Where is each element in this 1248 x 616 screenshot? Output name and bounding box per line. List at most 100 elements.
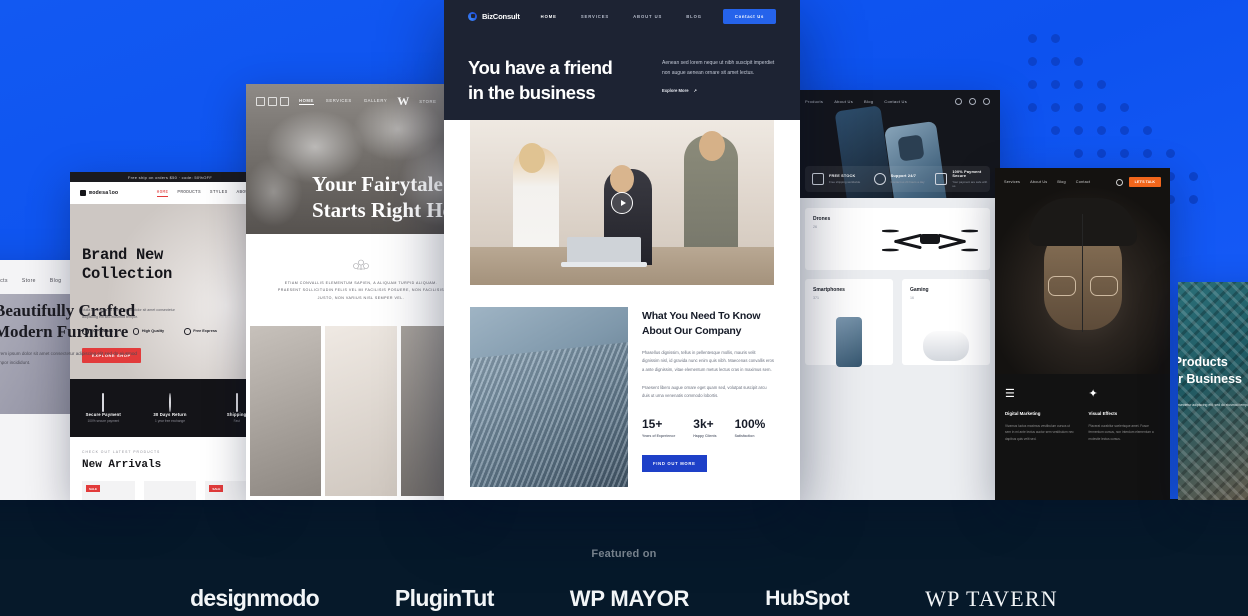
wedding-nav-item-home[interactable]: HOME [298, 98, 314, 106]
brand-benefits-strip: Secure Payment 100% secure payment 30 Da… [70, 379, 270, 437]
nav-item-contact[interactable]: Contact Us [884, 99, 907, 104]
wand-icon: ✦ [1088, 388, 1098, 400]
nav-item-products[interactable]: Products [805, 99, 823, 104]
decorative-dot [1028, 34, 1037, 43]
benefit-sub: 1 year free exchange [155, 418, 185, 423]
brand-nav-item-home[interactable]: HOME [156, 190, 169, 197]
dark-agency-nav[interactable]: Services About Us Blog Contact LET'S TAL… [995, 177, 1170, 187]
category-card-gaming[interactable]: Gaming 16 [902, 279, 990, 365]
about-image [470, 307, 628, 487]
badge-sub: Your payment are safe with us [952, 179, 988, 188]
dark-nav-right[interactable]: LET'S TALK [1115, 177, 1161, 187]
instagram-icon[interactable] [280, 97, 289, 106]
furniture-nav-item[interactable]: Store [22, 278, 36, 284]
service-divider [1082, 214, 1083, 332]
brand-nav-item-styles[interactable]: STYLES [210, 190, 228, 197]
hero-side: Aenean sed lorem neque ut nibh suscipit … [662, 56, 776, 98]
contact-us-button[interactable]: Contact Us [722, 8, 776, 24]
hero-title-line2: in the business [468, 81, 596, 103]
decorative-dot [1143, 149, 1152, 158]
gallery-image[interactable] [325, 326, 397, 496]
service-text: Placerat curabitur scelerisque amet. Fus… [1088, 424, 1154, 441]
main-nav-links[interactable]: HOME SERVICES ABOUT US BLOG [541, 14, 702, 19]
electronics-nav-icons[interactable] [955, 98, 990, 105]
lets-talk-button[interactable]: LET'S TALK [1128, 177, 1161, 187]
wedding-nav-item-gallery[interactable]: GALLERY [364, 98, 387, 106]
hero-video[interactable] [470, 120, 774, 285]
logo-hubspot[interactable]: HubSpot [765, 587, 849, 611]
brand-title-line2: Collection [82, 264, 173, 283]
explore-more-label: Explore More [662, 87, 689, 93]
search-icon[interactable] [955, 98, 962, 105]
nav-item-services[interactable]: SERVICES [581, 14, 609, 19]
about-paragraph-2: Praesent libero augue ornare eget quam s… [642, 385, 767, 399]
nav-item-blog[interactable]: BLOG [686, 14, 702, 19]
logo-wptavern[interactable]: WP TAVERN [925, 586, 1058, 612]
sale-badge: SALE [86, 485, 101, 492]
nav-item-about-us[interactable]: About Us [1030, 180, 1047, 184]
category-card-drones[interactable]: Drones 26 [805, 208, 990, 270]
decorative-dot [1120, 126, 1129, 135]
wedding-hero: HOME SERVICES GALLERY W STORE ABOUT Your… [246, 84, 476, 234]
badge-title: 100% Payment Secure [952, 170, 982, 179]
cart-icon[interactable] [983, 98, 990, 105]
service-title: Visual Effects [1088, 411, 1118, 416]
stat-label: Years of Experience [642, 433, 676, 438]
main-template-bizconsult[interactable]: BizConsult HOME SERVICES ABOUT US BLOG C… [444, 0, 800, 500]
wedding-nav-item-services[interactable]: SERVICES [326, 98, 352, 106]
about-text: What You Need To Know About Our Company … [642, 307, 774, 487]
template-card-wedding[interactable]: HOME SERVICES GALLERY W STORE ABOUT Your… [246, 84, 476, 500]
wedding-nav-item-store[interactable]: STORE [419, 99, 436, 104]
template-card-electronics[interactable]: Products About Us Blog Contact Us FREE S… [795, 90, 1000, 500]
about-title-line2: About Our Company [642, 324, 742, 337]
nav-item-services[interactable]: Services [1004, 180, 1020, 184]
hero-paragraph: Aenean sed lorem neque ut nibh suscipit … [662, 60, 775, 76]
search-icon[interactable] [1115, 178, 1123, 186]
logo-wpmayor[interactable]: WP MAYOR [570, 586, 690, 612]
hero-title: You have a friend in the business [468, 56, 613, 103]
nav-item-contact[interactable]: Contact [1076, 180, 1091, 184]
user-icon[interactable] [969, 98, 976, 105]
badge-title: Support 24/7 [890, 174, 917, 179]
logo-plugintut[interactable]: PluginTut [395, 585, 495, 612]
explore-more-link[interactable]: Explore More ↗ [662, 88, 776, 93]
nav-item-about[interactable]: About Us [834, 99, 853, 104]
play-button-icon[interactable] [611, 191, 633, 214]
nav-item-blog[interactable]: Blog [864, 99, 873, 104]
screenshot-stage: Home Products Store Blog Contact Beautif… [0, 0, 1248, 616]
electronics-nav-links[interactable]: Products About Us Blog Contact Us [805, 99, 907, 104]
brand-logo-text: modesaloo [89, 190, 119, 196]
brand-nav-item-products[interactable]: PRODUCTS [177, 190, 200, 197]
nav-item-about-us[interactable]: ABOUT US [633, 14, 662, 19]
electronics-nav[interactable]: Products About Us Blog Contact Us [795, 98, 1000, 105]
dark-nav-links[interactable]: Services About Us Blog Contact [1004, 180, 1090, 184]
logo-designmodo[interactable]: designmodo [190, 585, 320, 612]
brand-logo[interactable]: modesaloo [80, 190, 118, 196]
nav-item-home[interactable]: HOME [541, 14, 557, 19]
product-card[interactable]: SALE [82, 481, 135, 500]
badge-sub: Free shipping worldwide [829, 179, 861, 184]
bizconsult-logo[interactable]: BizConsult [468, 11, 520, 21]
gallery-image[interactable] [250, 326, 322, 496]
furniture-nav-item[interactable]: Blog [50, 278, 62, 284]
brand-nav[interactable]: HOME PRODUCTS STYLES ABOUT US [156, 190, 260, 197]
category-card-smartphones[interactable]: Smartphones 371 [805, 279, 893, 367]
furniture-nav-item[interactable]: Products [0, 278, 8, 284]
brand-benefit: 30 Days Return 1 year free exchange [137, 392, 204, 423]
main-navbar: BizConsult HOME SERVICES ABOUT US BLOG C… [444, 0, 800, 32]
brand-hero-title: Brand New Collection [82, 246, 172, 284]
electronics-categories: Drones 26 Smartphones 371 Gaming 16 [795, 198, 1000, 500]
template-card-digital-products[interactable]: Digital Products For Your Business Lorem… [1178, 282, 1248, 500]
truck-icon [812, 173, 824, 185]
find-out-more-button[interactable]: FIND OUT MORE [642, 454, 707, 472]
new-arrivals-kicker: CHECK OUT LATEST PRODUCTS [82, 450, 161, 454]
facebook-icon[interactable] [256, 97, 265, 106]
product-card[interactable] [143, 481, 197, 500]
decorative-dot [1097, 126, 1106, 135]
wedding-social-icons[interactable] [256, 97, 289, 106]
wedding-nav[interactable]: HOME SERVICES GALLERY [298, 98, 387, 106]
twitter-icon[interactable] [268, 97, 277, 106]
nav-item-blog[interactable]: Blog [1057, 180, 1065, 184]
featured-on-label: Featured on [591, 548, 657, 560]
wedding-logo[interactable]: W [397, 94, 409, 109]
